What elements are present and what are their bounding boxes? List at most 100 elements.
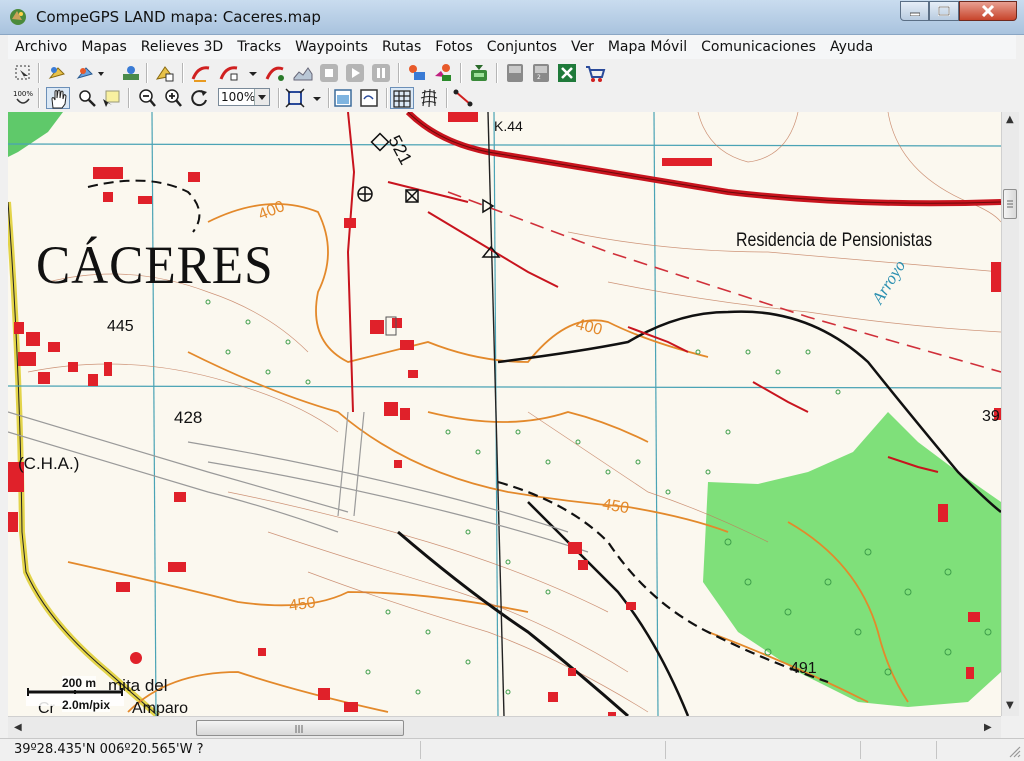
track-dropdown-button[interactable] [246, 62, 260, 84]
scroll-up-icon[interactable]: ▲ [1006, 114, 1014, 125]
menu-archivo[interactable]: Archivo [8, 35, 74, 59]
measure-button[interactable] [452, 87, 474, 109]
horizontal-scrollbar[interactable]: ◀ ▶ [8, 716, 1001, 739]
maximize-button[interactable] [929, 1, 959, 21]
menu-mapa-movil[interactable]: Mapa Móvil [601, 35, 694, 59]
map-label-445: 445 [107, 318, 134, 335]
minimize-icon [909, 12, 920, 16]
title-bar[interactable]: CompeGPS LAND mapa: Caceres.map [0, 0, 1024, 35]
zoom-value: 100% [221, 90, 256, 104]
select-area-icon [103, 90, 120, 107]
map-label-residence: Residencia de Pensionistas [736, 230, 933, 251]
gps-send-icon [507, 64, 523, 82]
gps-receive-icon [471, 65, 487, 81]
scroll-right-icon[interactable]: ▶ [984, 722, 992, 733]
grid-utm-button[interactable] [418, 87, 440, 109]
minimize-button[interactable] [900, 1, 929, 21]
waypoint-tool-button[interactable] [74, 62, 104, 84]
close-button[interactable] [959, 1, 1017, 21]
svg-text:100%: 100% [13, 90, 33, 98]
hand-pan-button[interactable] [46, 87, 70, 109]
scale-bar: 200 m 2.0m/pix [22, 676, 132, 712]
route-new-icon [265, 66, 284, 81]
photo-add-button[interactable] [406, 62, 428, 84]
zoom-select[interactable]: 100% [218, 88, 270, 106]
zoom-in-button[interactable] [162, 87, 184, 109]
compegps-logo-icon [10, 9, 26, 25]
gps-send-button[interactable] [504, 62, 526, 84]
map-label-cha: (C.H.A.) [18, 454, 80, 473]
profile-button[interactable] [292, 62, 314, 84]
grip-icon [1007, 200, 1013, 208]
zoom-dropdown-button[interactable] [254, 89, 269, 105]
menu-comunicaciones[interactable]: Comunicaciones [694, 35, 823, 59]
map-label-k44: K.44 [494, 118, 523, 134]
shop-button[interactable] [584, 62, 606, 84]
waypoint-dropdown-icon [76, 67, 104, 79]
refresh-button[interactable] [188, 87, 210, 109]
route-new-button[interactable] [264, 62, 286, 84]
play-button[interactable] [344, 62, 366, 84]
scroll-left-icon[interactable]: ◀ [14, 722, 22, 733]
map-copy-button[interactable] [358, 87, 380, 109]
grid-button[interactable] [390, 87, 414, 109]
map-fit-dropdown[interactable] [310, 87, 324, 109]
menu-fotos[interactable]: Fotos [428, 35, 479, 59]
zoom-in-icon [165, 89, 182, 107]
select-icon [15, 65, 30, 80]
map-label-city: CÁCERES [36, 235, 274, 295]
pause-icon [372, 64, 390, 82]
menu-conjuntos[interactable]: Conjuntos [480, 35, 564, 59]
map-fit-button[interactable] [284, 87, 306, 109]
map-label-491: 491 [790, 660, 817, 677]
photo-link-button[interactable] [432, 62, 454, 84]
menu-tracks[interactable]: Tracks [230, 35, 288, 59]
track-new-button[interactable] [190, 62, 212, 84]
toolbar-view: 100% 100% [10, 86, 1016, 110]
map-view-button[interactable] [332, 87, 354, 109]
chevron-down-icon [258, 95, 266, 100]
menu-ver[interactable]: Ver [564, 35, 601, 59]
track-edit-button[interactable] [218, 62, 240, 84]
menu-mapas[interactable]: Mapas [74, 35, 133, 59]
maximize-icon [938, 6, 950, 16]
menu-relieves-3d[interactable]: Relieves 3D [134, 35, 230, 59]
excel-export-icon [558, 64, 576, 82]
map-label-39: 39 [982, 408, 1000, 425]
transfer-button[interactable] [120, 62, 142, 84]
waypoint-edit-button[interactable] [154, 62, 176, 84]
zoom-area-button[interactable] [76, 87, 98, 109]
waypoint-add-button[interactable] [46, 62, 68, 84]
resize-grip-icon[interactable] [1008, 745, 1022, 759]
zoom-100-button[interactable]: 100% [12, 87, 34, 109]
scroll-down-icon[interactable]: ▼ [1006, 700, 1014, 711]
menu-waypoints[interactable]: Waypoints [288, 35, 375, 59]
menu-rutas[interactable]: Rutas [375, 35, 428, 59]
vertical-scroll-thumb[interactable] [1003, 189, 1017, 219]
excel-export-button[interactable] [556, 62, 578, 84]
zoom-out-button[interactable] [136, 87, 158, 109]
grid-utm-icon [420, 88, 438, 108]
select-area-button[interactable] [100, 87, 122, 109]
scale-distance: 200 m [62, 676, 97, 690]
status-coordinates: 39º28.435'N 006º20.565'W ? [14, 742, 204, 757]
toolbar-main: 2 [10, 61, 1016, 85]
horizontal-scroll-thumb[interactable] [196, 720, 404, 736]
map-canvas[interactable]: CÁCERES Residencia de Pensionistas Arroy… [8, 112, 1001, 716]
window-title: CompeGPS LAND mapa: Caceres.map [36, 8, 321, 26]
menu-ayuda[interactable]: Ayuda [823, 35, 880, 59]
pause-button[interactable] [370, 62, 392, 84]
gps2-button[interactable]: 2 [530, 62, 552, 84]
status-bar: 39º28.435'N 006º20.565'W ? [0, 738, 1024, 761]
select-button[interactable] [12, 62, 34, 84]
stop-button[interactable] [318, 62, 340, 84]
svg-text:2: 2 [537, 74, 541, 81]
gps-receive-button[interactable] [468, 62, 490, 84]
map-copy-icon [360, 89, 378, 107]
track-new-icon [191, 66, 210, 82]
app-window: CompeGPS LAND mapa: Caceres.map Archivo M… [0, 0, 1024, 761]
waypoint-edit-icon [155, 66, 174, 82]
grip-icon [295, 725, 303, 733]
vertical-scrollbar[interactable]: ▲ ▼ [1001, 112, 1019, 716]
chevron-down-icon [313, 97, 321, 101]
